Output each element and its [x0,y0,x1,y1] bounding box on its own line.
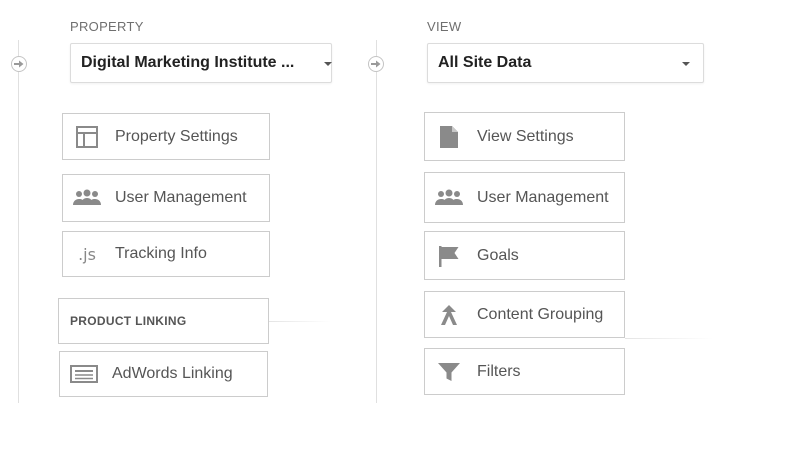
property-settings-label: Property Settings [115,127,238,145]
view-user-management-item[interactable]: User Management [424,172,625,223]
goals-item[interactable]: Goals [424,231,625,280]
product-linking-heading: PRODUCT LINKING [58,298,269,344]
view-user-management-label: User Management [477,188,609,206]
filters-label: Filters [477,362,521,380]
property-arrow-icon[interactable] [11,56,27,72]
flag-icon [435,244,463,268]
filter-icon [435,360,463,384]
tracking-info-item[interactable]: .js Tracking Info [62,231,270,277]
content-grouping-item[interactable]: Content Grouping [424,291,625,338]
view-column-divider [376,40,377,403]
tracking-info-label: Tracking Info [115,245,207,262]
view-arrow-icon[interactable] [368,56,384,72]
filters-item[interactable]: Filters [424,348,625,395]
layout-icon [73,125,101,149]
property-dropdown-value: Digital Marketing Institute ... [81,54,295,71]
adwords-icon [70,362,98,386]
property-user-management-item[interactable]: User Management [62,174,270,222]
product-linking-divider [269,321,331,322]
document-icon [435,125,463,149]
users-icon [73,186,101,210]
users-icon [435,186,463,210]
product-linking-heading-label: PRODUCT LINKING [70,314,187,328]
view-settings-label: View Settings [477,127,574,145]
js-icon: .js [78,244,96,264]
adwords-linking-item[interactable]: AdWords Linking [59,351,268,397]
content-grouping-label: Content Grouping [477,305,604,323]
view-dropdown[interactable]: All Site Data [427,43,704,83]
chevron-down-icon [324,62,332,66]
chevron-down-icon [682,62,690,66]
property-settings-item[interactable]: Property Settings [62,113,270,160]
adwords-linking-label: AdWords Linking [112,365,233,382]
content-grouping-divider [625,338,713,339]
property-user-management-label: User Management [115,189,247,206]
view-section-label: VIEW [427,19,462,34]
property-section-label: PROPERTY [70,19,144,34]
property-column-divider [18,40,19,403]
view-settings-item[interactable]: View Settings [424,112,625,161]
grouping-icon [435,303,463,327]
goals-label: Goals [477,246,519,264]
view-dropdown-value: All Site Data [438,54,532,71]
property-dropdown[interactable]: Digital Marketing Institute ... [70,43,332,83]
